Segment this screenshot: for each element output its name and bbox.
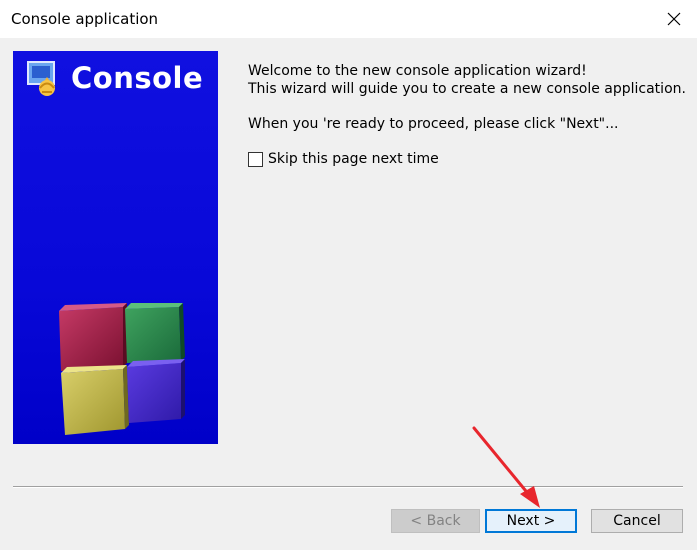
wizard-banner: Console xyxy=(13,51,218,444)
wizard-window: Console application Console Welcome to t… xyxy=(0,0,697,550)
cancel-button[interactable]: Cancel xyxy=(591,509,683,533)
button-separator xyxy=(13,486,683,488)
back-button[interactable]: < Back xyxy=(391,509,480,533)
close-icon xyxy=(667,12,681,26)
cubes-logo-icon xyxy=(59,303,185,435)
banner-title: Console xyxy=(71,61,204,95)
next-button[interactable]: Next > xyxy=(485,509,577,533)
window-title: Console application xyxy=(11,10,159,28)
title-bar: Console application xyxy=(0,0,697,38)
welcome-text-line2: This wizard will guide you to create a n… xyxy=(248,81,686,97)
codeblocks-logo-icon xyxy=(27,61,55,96)
proceed-text: When you 're ready to proceed, please cl… xyxy=(248,116,619,132)
close-button[interactable] xyxy=(651,0,697,38)
skip-page-checkbox-row[interactable]: Skip this page next time xyxy=(248,151,439,167)
skip-page-label: Skip this page next time xyxy=(268,151,439,167)
skip-page-checkbox[interactable] xyxy=(248,151,263,167)
welcome-text-line1: Welcome to the new console application w… xyxy=(248,63,587,79)
